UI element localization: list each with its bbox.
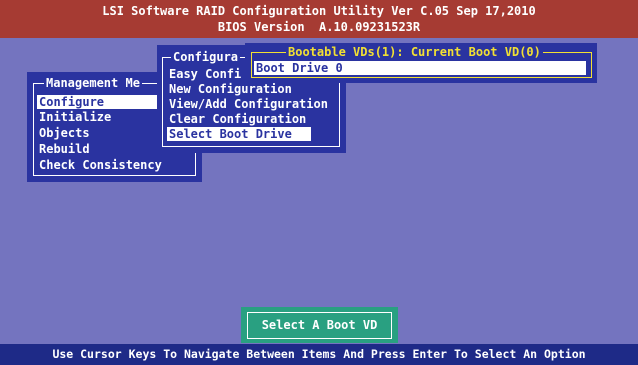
status-label: Select A Boot VD (247, 312, 392, 339)
menu-item-objects[interactable]: Objects (37, 126, 92, 140)
menu-item-check-consistency[interactable]: Check Consistency (37, 158, 164, 172)
menu-item-rebuild[interactable]: Rebuild (37, 142, 92, 156)
menu-item-initialize[interactable]: Initialize (37, 110, 113, 124)
menu-item-easy-configuration[interactable]: Easy Confi (167, 67, 243, 81)
menu-item-clear-configuration[interactable]: Clear Configuration (167, 112, 308, 126)
menu-item-new-configuration[interactable]: New Configuration (167, 82, 294, 96)
configure-menu-title: Configura (171, 49, 241, 65)
bios-version: BIOS Version A.10.09231523R (217, 20, 421, 34)
menu-item-view-add-configuration[interactable]: View/Add Configuration (167, 97, 330, 111)
menu-item-select-boot-drive[interactable]: Select Boot Drive (167, 127, 311, 141)
status-box: Select A Boot VD (241, 307, 398, 343)
management-menu-title: Management Me (44, 75, 142, 91)
utility-title: LSI Software RAID Configuration Utility … (102, 4, 536, 18)
title-bar: LSI Software RAID Configuration Utility … (0, 0, 638, 38)
menu-item-configure[interactable]: Configure (37, 95, 169, 109)
boot-drive-menu-panel: Bootable VDs(1): Current Boot VD(0) Boot… (245, 43, 597, 83)
navigation-hint: Use Cursor Keys To Navigate Between Item… (0, 344, 638, 365)
boot-drive-menu-title: Bootable VDs(1): Current Boot VD(0) (286, 44, 543, 60)
menu-item-boot-drive-0[interactable]: Boot Drive 0 (254, 61, 586, 75)
